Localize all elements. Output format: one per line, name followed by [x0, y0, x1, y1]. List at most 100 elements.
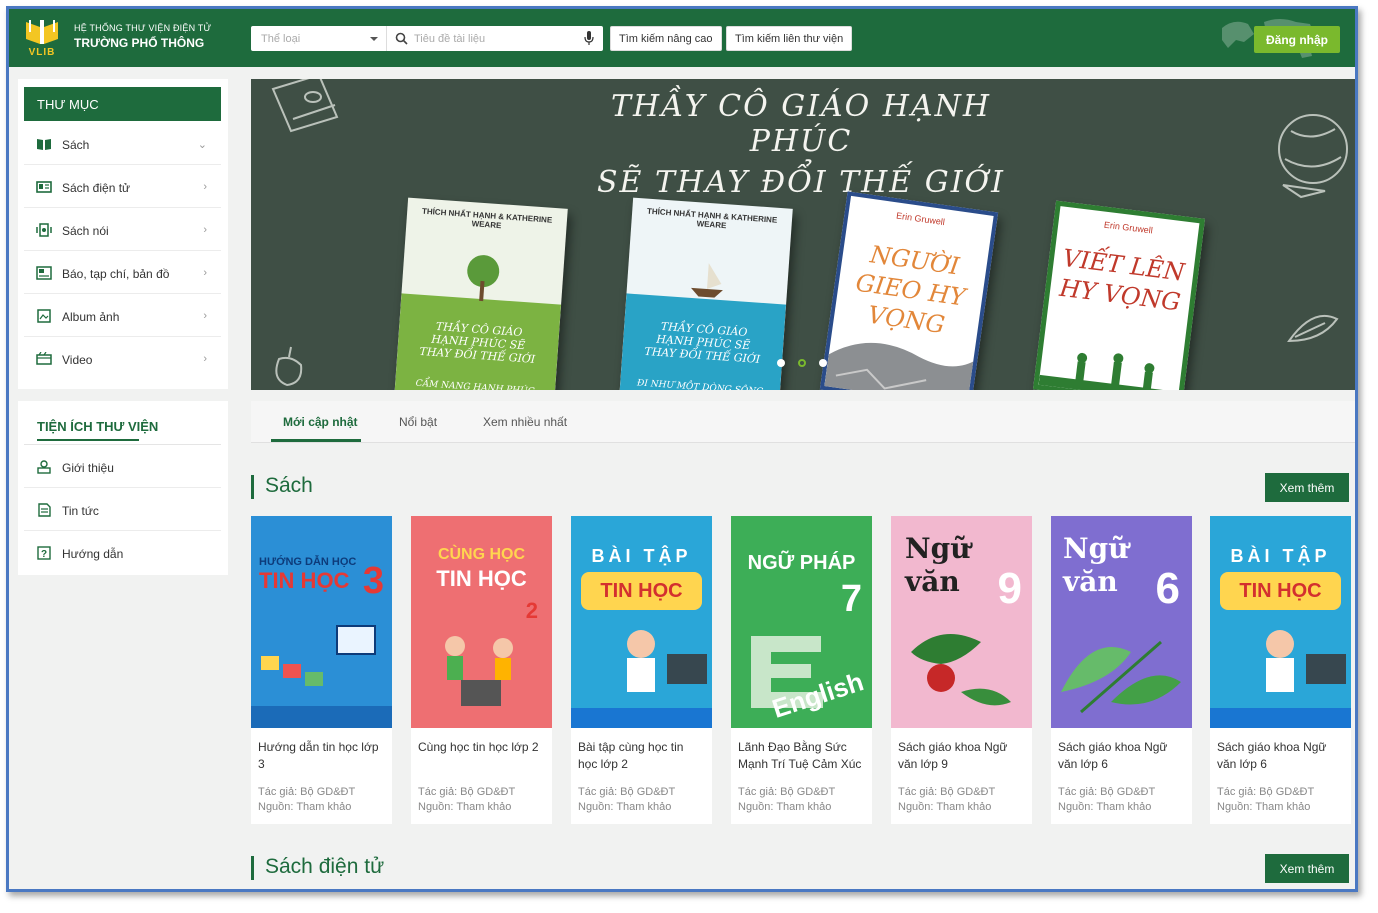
book-title[interactable]: Lãnh Đạo Bằng Sức Mạnh Trí Tuệ Cảm Xúc	[738, 739, 866, 773]
banner-book-3[interactable]: Erin Gruwell NGƯỜI GIEO HY VỌNG	[819, 191, 999, 390]
sidebar-item-introduction[interactable]: Giới thiệu	[24, 446, 221, 488]
login-button[interactable]: Đăng nhập	[1254, 26, 1340, 53]
newspaper-icon	[36, 266, 52, 280]
book-source: Nguồn: Tham khảo	[1217, 801, 1311, 813]
book-title[interactable]: Cùng học tin học lớp 2	[418, 739, 546, 756]
book-source: Nguồn: Tham khảo	[418, 801, 512, 813]
carousel-dot-2[interactable]	[798, 359, 806, 367]
sidebar-item-audiobooks[interactable]: Sách nói ›	[24, 209, 221, 251]
see-more-books-button[interactable]: Xem thêm	[1265, 473, 1349, 502]
sidebar-item-label: Hướng dẫn	[62, 547, 124, 561]
book-title[interactable]: Hướng dẫn tin học lớp 3	[258, 739, 386, 773]
tab-most-viewed[interactable]: Xem nhiều nhất	[483, 415, 567, 429]
cover-line2: TIN HỌC	[581, 572, 702, 610]
book-cover[interactable]: CÙNG HỌC TIN HỌC 2	[411, 516, 552, 728]
banner-title: THẦY CÔ GIÁO HẠNH PHÚC SẼ THAY ĐỔI THẾ G…	[561, 89, 1041, 200]
book-card[interactable]: NGỮ PHÁP 7 English Lãnh Đạo Bằng Sức Mạn…	[731, 516, 872, 824]
banner-title-line2: SẼ THAY ĐỔI THẾ GIỚI	[596, 165, 1005, 200]
news-icon	[38, 503, 51, 517]
utilities-title-underline	[37, 439, 139, 441]
sidebar-item-books[interactable]: Sách ⌄	[24, 123, 221, 165]
cover-line1: CÙNG HỌC	[437, 546, 526, 563]
carousel-dot-3[interactable]	[819, 359, 827, 367]
book-cover[interactable]: BÀI TẬP TIN HỌC	[571, 516, 712, 728]
search-input[interactable]: Tiêu đề tài liệu	[387, 26, 603, 51]
cover-line1: NGỮ PHÁP	[747, 552, 856, 574]
directory-title: THƯ MỤC	[24, 87, 221, 121]
book-title[interactable]: Bài tập cùng học tin học lớp 2	[578, 739, 706, 773]
sidebar-item-label: Sách	[62, 138, 90, 152]
book-title[interactable]: Sách giáo khoa Ngữ văn lớp 6	[1058, 739, 1186, 773]
book-card[interactable]: Ngữ văn 9 Sách giáo khoa Ngữ văn lớp 9 T…	[891, 516, 1032, 824]
sidebar-item-label: Báo, tạp chí, bản đồ	[62, 267, 170, 281]
chevron-right-icon: ›	[203, 267, 207, 279]
sidebar-item-guide[interactable]: ? Hướng dẫn	[24, 532, 221, 574]
banner-book-4[interactable]: Erin Gruwell VIẾT LÊN HY VỌNG	[1032, 200, 1206, 390]
book-card[interactable]: BÀI TẬP TIN HỌC Sách giáo khoa Ngữ văn l…	[1210, 516, 1351, 824]
cover-line2: TIN HỌC	[259, 568, 350, 593]
book-source: Nguồn: Tham khảo	[258, 801, 352, 813]
book-title[interactable]: Sách giáo khoa Ngữ văn lớp 6	[1217, 739, 1345, 773]
divider	[24, 444, 221, 445]
see-more-ebooks-button[interactable]: Xem thêm	[1265, 854, 1349, 883]
book-cover[interactable]: BÀI TẬP TIN HỌC	[1210, 516, 1351, 728]
cover-line2: TIN HỌC	[436, 566, 527, 591]
book-source: Nguồn: Tham khảo	[738, 801, 832, 813]
sidebar-item-label: Sách điện tử	[62, 181, 131, 195]
book-source: Nguồn: Tham khảo	[578, 801, 672, 813]
kids-computer-illustration	[445, 636, 513, 706]
photo-album-icon	[37, 309, 51, 323]
sidebar-item-photo-album[interactable]: Album ảnh ›	[24, 295, 221, 337]
book-card[interactable]: HƯỚNG DẪN HỌC TIN HỌC 3 Hướng dẫn tin họ…	[251, 516, 392, 824]
sidebar-item-video[interactable]: Video ›	[24, 338, 221, 380]
book-author: Tác giả: Bộ GD&ĐT	[1058, 786, 1156, 798]
category-select[interactable]: Thể loại	[251, 26, 387, 51]
category-placeholder: Thể loại	[261, 33, 301, 45]
students-illustration	[571, 630, 712, 728]
banner-title-line1: THẦY CÔ GIÁO HẠNH PHÚC	[610, 89, 992, 159]
book-author: Tác giả: Bộ GD&ĐT	[258, 786, 356, 798]
book-author: Tác giả: Bộ GD&ĐT	[898, 786, 996, 798]
book-cover[interactable]: Ngữ văn 6	[1051, 516, 1192, 728]
section-title-ebooks: Sách điện tử	[265, 855, 385, 878]
book-author: Tác giả: Bộ GD&ĐT	[578, 786, 676, 798]
carousel-dot-1[interactable]	[777, 359, 785, 367]
tab-latest[interactable]: Mới cập nhật	[283, 415, 358, 429]
app-window: VLIB HỆ THỐNG THƯ VIỆN ĐIỆN TỬ TRƯỜNG PH…	[6, 6, 1358, 892]
tab-featured[interactable]: Nổi bật	[399, 415, 437, 429]
chevron-right-icon: ›	[203, 353, 207, 365]
cover-line1: BÀI TẬP	[1230, 546, 1331, 566]
book-author: Tác giả: Bộ GD&ĐT	[1217, 786, 1315, 798]
brand-name: HỆ THỐNG THƯ VIỆN ĐIỆN TỬ TRƯỜNG PHỔ THÔ…	[74, 23, 211, 50]
book-cover[interactable]: Ngữ văn 9	[891, 516, 1032, 728]
book-card[interactable]: BÀI TẬP TIN HỌC Bài tập cùng học tin học…	[571, 516, 712, 824]
help-icon: ?	[37, 546, 51, 560]
chevron-right-icon: ›	[203, 224, 207, 236]
sidebar-item-ebooks[interactable]: Sách điện tử ›	[24, 166, 221, 208]
chevron-right-icon: ›	[203, 310, 207, 322]
sidebar-item-label: Giới thiệu	[62, 461, 114, 475]
sidebar-item-newspapers[interactable]: Báo, tạp chí, bản đồ ›	[24, 252, 221, 294]
cover-line1: BÀI TẬP	[591, 546, 692, 566]
banner-book-1[interactable]: THÍCH NHẤT HẠNH & KATHERINE WEARE THẦY C…	[394, 197, 568, 390]
chevron-down-icon: ⌄	[197, 139, 207, 151]
caret-down-icon	[370, 37, 378, 41]
book-card[interactable]: Ngữ văn 6 Sách giáo khoa Ngữ văn lớp 6 T…	[1051, 516, 1192, 824]
cover-number: 3	[362, 560, 384, 602]
sidebar-item-label: Tin tức	[62, 504, 99, 518]
advanced-search-button[interactable]: Tìm kiếm nâng cao	[610, 26, 722, 51]
inter-library-search-button[interactable]: Tìm kiếm liên thư viện	[726, 26, 853, 51]
banner-book-2[interactable]: THÍCH NHẤT HẠNH & KATHERINE WEARE THẦY C…	[619, 197, 793, 390]
sidebar-item-news[interactable]: Tin tức	[24, 489, 221, 531]
cover-line1: HƯỚNG DẪN HỌC	[259, 556, 357, 568]
hero-banner[interactable]: THẦY CÔ GIÁO HẠNH PHÚC SẼ THAY ĐỔI THẾ G…	[251, 79, 1355, 390]
book-title[interactable]: Sách giáo khoa Ngữ văn lớp 9	[898, 739, 1026, 773]
search-icon	[395, 32, 408, 45]
microphone-icon[interactable]	[584, 31, 594, 46]
book-card[interactable]: CÙNG HỌC TIN HỌC 2 Cùng học tin học lớp …	[411, 516, 552, 824]
vlib-logo[interactable]: VLIB	[23, 18, 61, 58]
book-source: Nguồn: Tham khảo	[1058, 801, 1152, 813]
section-title-books: Sách	[265, 474, 313, 497]
book-cover[interactable]: HƯỚNG DẪN HỌC TIN HỌC 3	[251, 516, 392, 728]
book-cover[interactable]: NGỮ PHÁP 7 English	[731, 516, 872, 728]
